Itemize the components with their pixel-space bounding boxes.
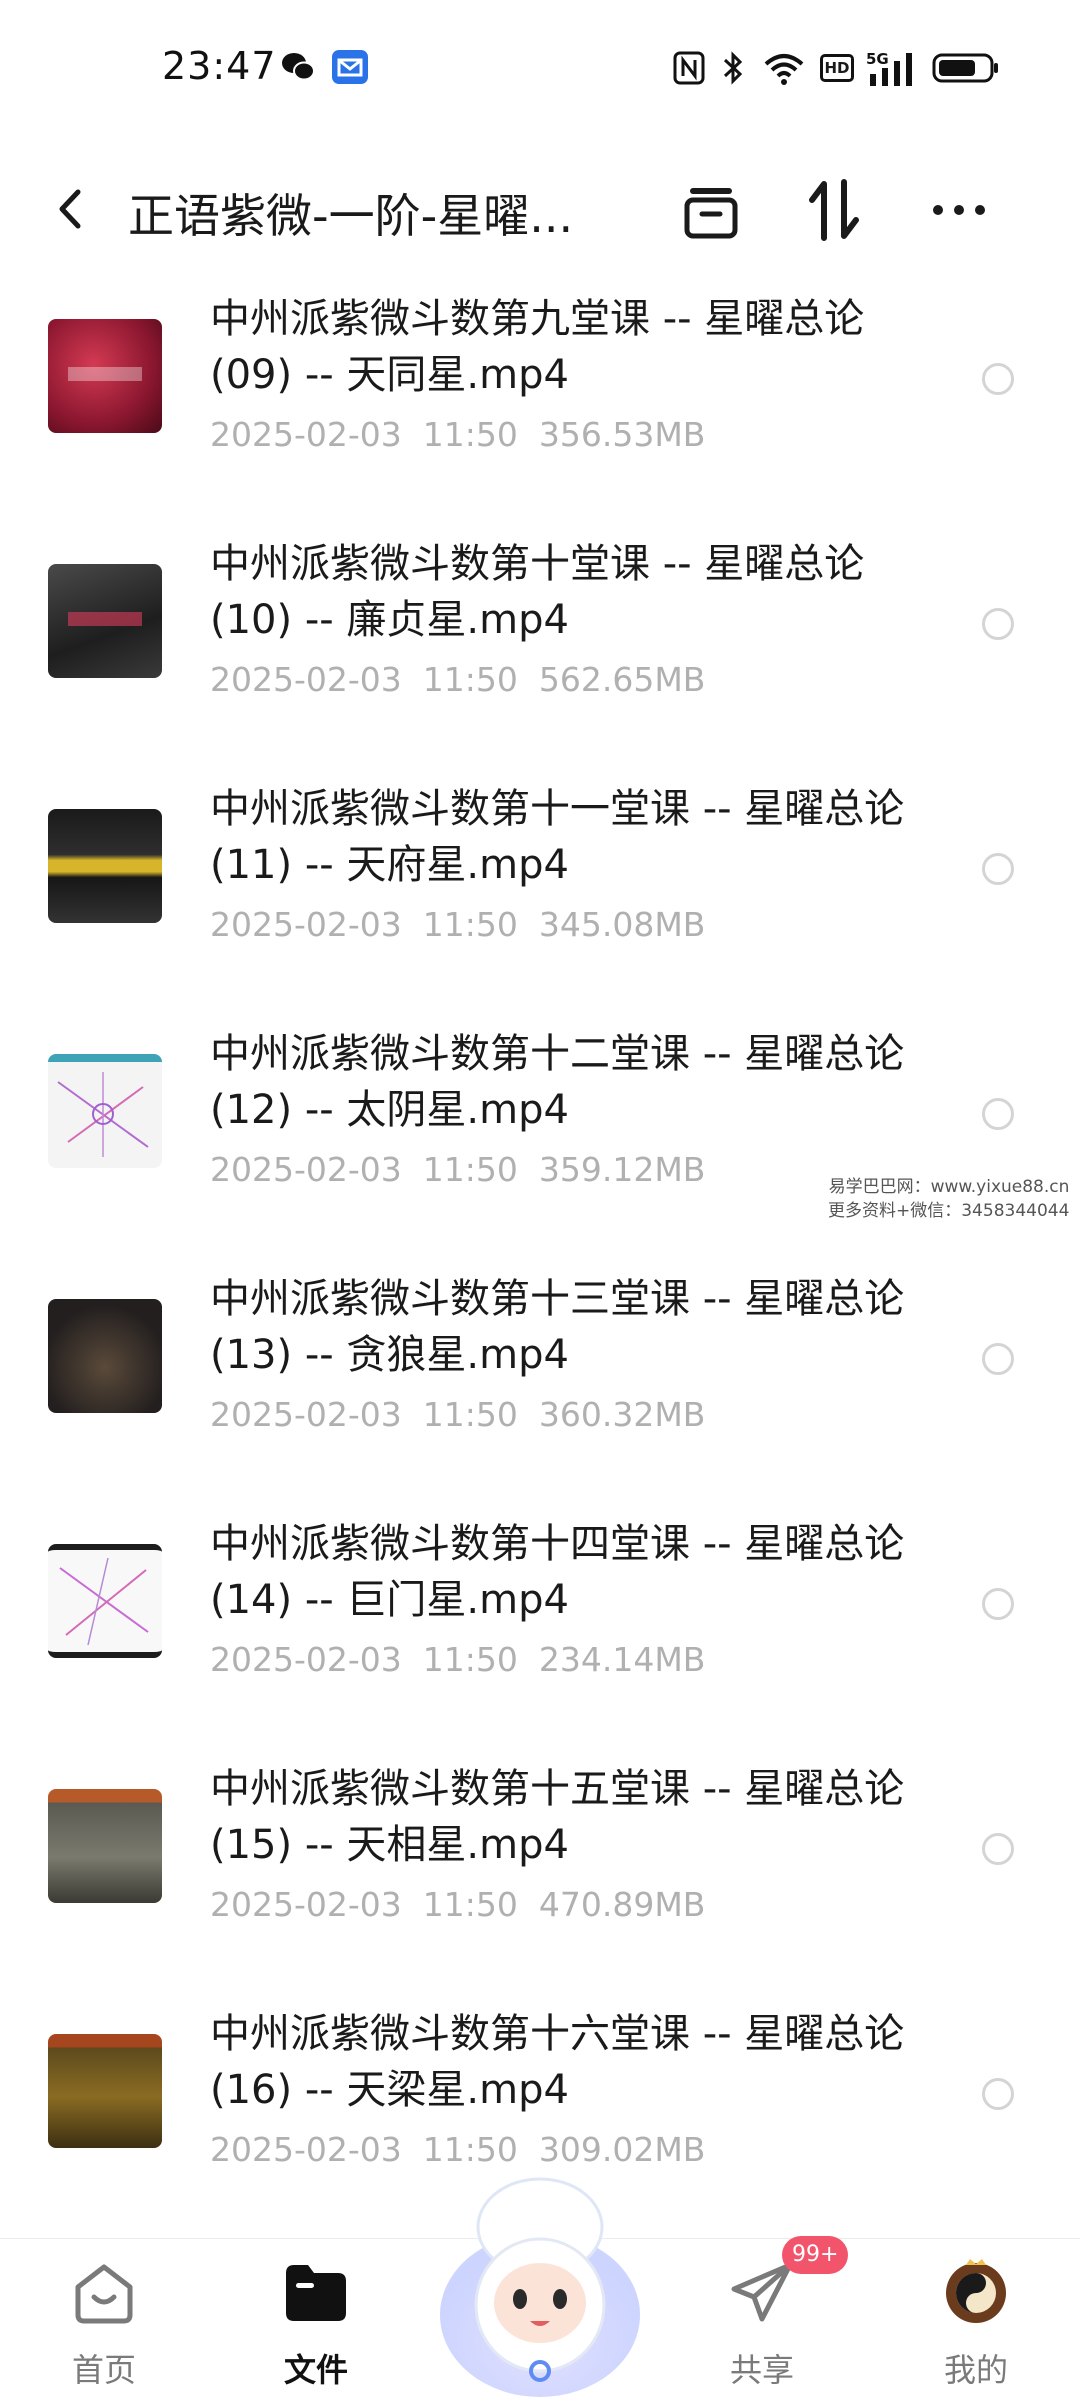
archive-icon[interactable] [676,170,746,250]
5g-signal-icon: 5G [866,50,912,86]
file-item[interactable]: 中州派紫微斗数第十三堂课 -- 星曜总论(13) -- 贪狼星.mp4 2025… [0,1255,1080,1500]
folder-icon [286,2265,346,2321]
file-item[interactable]: 中州派紫微斗数第十四堂课 -- 星曜总论(14) -- 巨门星.mp4 2025… [0,1500,1080,1745]
select-radio[interactable] [982,853,1014,885]
video-thumbnail [48,1789,162,1903]
bluetooth-icon [723,51,743,85]
status-bar: 23:47 HD 5G [0,0,1080,140]
nav-mine[interactable]: 我的 [896,2239,1056,2400]
file-time: 11:50 [422,1640,518,1679]
file-size: 345.08MB [538,905,706,944]
file-meta: 2025-02-03 11:50 359.12MB [210,1150,705,1189]
status-time: 23:47 [162,44,277,88]
file-meta: 2025-02-03 11:50 234.14MB [210,1640,705,1679]
battery-icon [932,53,998,83]
wifi-icon [764,54,804,85]
nav-files-label: 文件 [283,2351,348,2389]
watermark-line1: 易学巴巴网：www.yixue88.cn [828,1177,1070,1197]
file-size: 470.89MB [538,1885,706,1924]
file-size: 562.65MB [538,660,706,699]
share-badge: 99+ [782,2236,849,2274]
file-name: 中州派紫微斗数第十二堂课 -- 星曜总论(12) -- 太阴星.mp4 [210,1031,905,1133]
file-item[interactable]: 中州派紫微斗数第十五堂课 -- 星曜总论(15) -- 天相星.mp4 2025… [0,1745,1080,1990]
file-item[interactable]: 中州派紫微斗数第十一堂课 -- 星曜总论(11) -- 天府星.mp4 2025… [0,765,1080,1010]
file-name: 中州派紫微斗数第九堂课 -- 星曜总论(09) -- 天同星.mp4 [210,296,865,398]
select-radio[interactable] [982,1343,1014,1375]
select-radio[interactable] [982,2078,1014,2110]
file-time: 11:50 [422,660,518,699]
file-meta: 2025-02-03 11:50 360.32MB [210,1395,705,1434]
file-name: 中州派紫微斗数第十三堂课 -- 星曜总论(13) -- 贪狼星.mp4 [210,1276,905,1378]
nfc-icon [673,51,705,85]
hd-icon: HD [820,54,854,82]
home-icon [75,2264,133,2324]
file-size: 359.12MB [538,1150,706,1189]
video-thumbnail [48,1299,162,1413]
file-date: 2025-02-03 [210,1150,402,1189]
avatar [946,2259,1006,2323]
video-thumbnail [48,809,162,923]
file-name: 中州派紫微斗数第十一堂课 -- 星曜总论(11) -- 天府星.mp4 [210,786,905,888]
nav-files[interactable]: 文件 [236,2239,396,2400]
sort-icon[interactable] [800,170,870,250]
file-meta: 2025-02-03 11:50 345.08MB [210,905,705,944]
file-item[interactable]: 中州派紫微斗数第九堂课 -- 星曜总论(09) -- 天同星.mp4 2025-… [0,275,1080,520]
file-date: 2025-02-03 [210,1640,402,1679]
video-thumbnail [48,2034,162,2148]
nav-home[interactable]: 首页 [24,2239,184,2400]
assistant-mascot-button[interactable] [430,2165,650,2400]
page-title: 正语紫微-一阶-星曜... [128,189,574,243]
video-thumbnail [48,1544,162,1658]
nav-home-label: 首页 [71,2351,136,2389]
video-thumbnail [48,1054,162,1168]
file-name: 中州派紫微斗数第十堂课 -- 星曜总论(10) -- 廉贞星.mp4 [210,541,865,643]
file-meta: 2025-02-03 11:50 309.02MB [210,2130,705,2169]
file-time: 11:50 [422,1395,518,1434]
file-name: 中州派紫微斗数第十五堂课 -- 星曜总论(15) -- 天相星.mp4 [210,1766,905,1868]
file-size: 309.02MB [538,2130,706,2169]
file-date: 2025-02-03 [210,2130,402,2169]
file-time: 11:50 [422,1885,518,1924]
watermark: 易学巴巴网：www.yixue88.cn 更多资料+微信：3458344044 [828,1175,1069,1223]
select-radio[interactable] [982,1588,1014,1620]
header: 正语紫微-一阶-星曜... [0,140,1080,280]
file-date: 2025-02-03 [210,1885,402,1924]
file-item[interactable]: 中州派紫微斗数第十堂课 -- 星曜总论(10) -- 廉贞星.mp4 2025-… [0,520,1080,765]
chart-thumbnail-graphic [59,1557,149,1646]
video-thumbnail [48,319,162,433]
svg-text:5G: 5G [866,50,889,68]
file-meta: 2025-02-03 11:50 562.65MB [210,660,705,699]
nav-share-label: 共享 [729,2351,794,2389]
file-date: 2025-02-03 [210,660,402,699]
select-radio[interactable] [982,1098,1014,1130]
select-radio[interactable] [982,363,1014,395]
file-meta: 2025-02-03 11:50 470.89MB [210,1885,705,1924]
more-icon[interactable] [924,170,994,250]
file-size: 234.14MB [538,1640,706,1679]
file-date: 2025-02-03 [210,905,402,944]
file-date: 2025-02-03 [210,415,402,454]
file-date: 2025-02-03 [210,1395,402,1434]
file-time: 11:50 [422,905,518,944]
file-meta: 2025-02-03 11:50 356.53MB [210,415,705,454]
file-size: 360.32MB [538,1395,706,1434]
file-time: 11:50 [422,415,518,454]
chart-thumbnail-graphic [57,1072,149,1157]
back-icon[interactable] [46,174,96,244]
file-time: 11:50 [422,1150,518,1189]
file-size: 356.53MB [538,415,706,454]
file-time: 11:50 [422,2130,518,2169]
select-radio[interactable] [982,1833,1014,1865]
wechat-icon [282,53,315,81]
file-name: 中州派紫微斗数第十四堂课 -- 星曜总论(14) -- 巨门星.mp4 [210,1521,905,1623]
select-radio[interactable] [982,608,1014,640]
nav-mine-label: 我的 [943,2351,1008,2389]
file-name: 中州派紫微斗数第十六堂课 -- 星曜总论(16) -- 天梁星.mp4 [210,2011,905,2113]
watermark-line2: 更多资料+微信：3458344044 [828,1201,1070,1221]
video-thumbnail [48,564,162,678]
mail-app-icon [332,50,368,84]
file-list: 中州派紫微斗数第九堂课 -- 星曜总论(09) -- 天同星.mp4 2025-… [0,275,1080,2235]
